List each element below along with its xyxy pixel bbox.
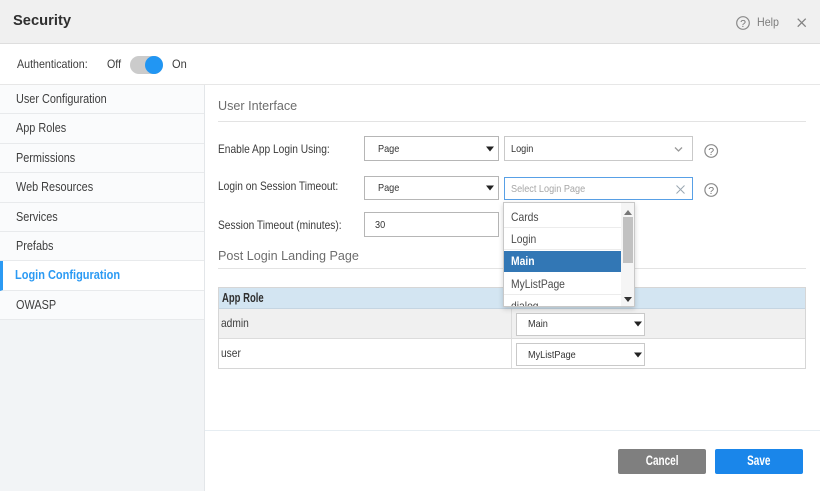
svg-text:?: ? bbox=[708, 185, 714, 197]
svg-text:?: ? bbox=[708, 146, 714, 158]
svg-text:?: ? bbox=[740, 18, 746, 30]
